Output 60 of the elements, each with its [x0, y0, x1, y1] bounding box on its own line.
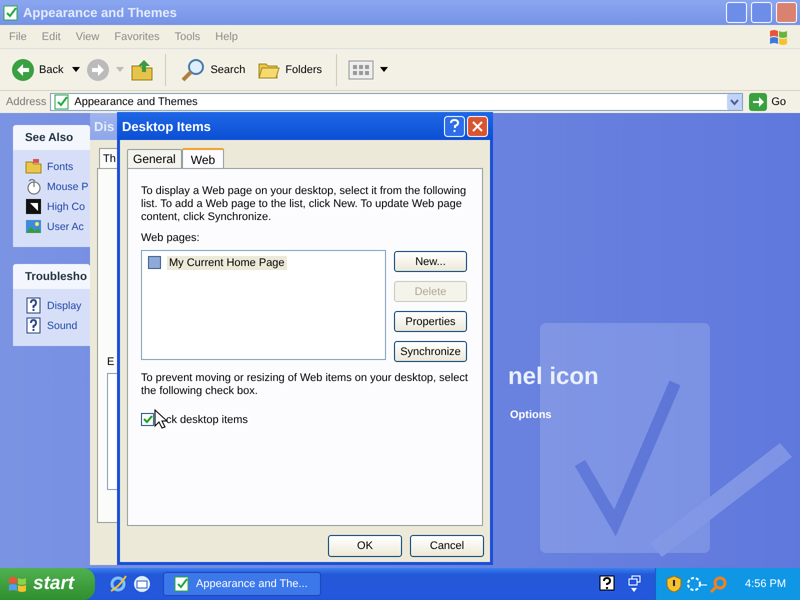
folder-icon: [25, 158, 42, 175]
clock: 4:56 PM: [745, 578, 786, 590]
help-icon[interactable]: [599, 575, 615, 591]
control-panel-icon: [3, 4, 19, 20]
sidebar-link[interactable]: Sound: [25, 317, 90, 334]
window-title: Dis: [90, 113, 120, 140]
dialog-title: Desktop Items: [122, 118, 212, 134]
mouse-icon: [25, 178, 42, 195]
address-field[interactable]: Appearance and Themes: [50, 93, 744, 111]
checkbox-label[interactable]: ck desktop items: [166, 414, 248, 426]
mouse-cursor-icon: [154, 409, 167, 429]
help-icon: [25, 317, 42, 334]
go-button[interactable]: Go: [747, 93, 794, 111]
shield-icon[interactable]: [666, 575, 682, 593]
taskbar-button[interactable]: Appearance and The...: [163, 572, 321, 596]
dialog-button[interactable]: Properties: [394, 311, 467, 332]
caret-icon[interactable]: [380, 67, 388, 72]
tab[interactable]: General: [127, 149, 182, 168]
options-link[interactable]: Options: [508, 409, 800, 421]
landscape-icon: [25, 218, 42, 235]
help-icon: [25, 297, 42, 314]
sidebar-link[interactable]: Mouse P: [25, 178, 90, 195]
tab[interactable]: Web: [182, 148, 224, 169]
dialog-button[interactable]: New...: [394, 251, 467, 272]
up-folder-icon[interactable]: [130, 58, 154, 82]
contrast-icon: [25, 198, 42, 215]
list-label: Web pages:: [141, 232, 201, 245]
section-heading: nel icon: [508, 363, 600, 391]
caret-icon[interactable]: [72, 67, 80, 72]
search-button[interactable]: Search: [177, 54, 248, 84]
folders-button[interactable]: Folders: [254, 56, 326, 82]
window-title: Appearance and Themes: [23, 5, 178, 20]
instruction-text: To prevent moving or resizing of Web items on your desktop, select the following check box.: [141, 372, 469, 398]
checkbox[interactable]: [141, 413, 154, 426]
sidebar-link[interactable]: Fonts: [25, 158, 90, 175]
web-pages-list[interactable]: My Current Home Page: [141, 250, 386, 360]
search-icon: [180, 56, 206, 82]
dialog-button[interactable]: OK: [328, 535, 402, 557]
checkbox[interactable]: [148, 256, 161, 269]
restore-icon[interactable]: [627, 575, 641, 593]
address-label: Address: [6, 96, 46, 108]
control-panel-icon: [54, 94, 70, 110]
group-label: E: [107, 356, 116, 368]
list-item[interactable]: My Current Home Page: [167, 256, 287, 270]
check-icon: [142, 414, 153, 425]
dialog-button[interactable]: Cancel: [410, 535, 484, 557]
sidebar-link[interactable]: High Co: [25, 198, 90, 215]
panel-title: See Also: [13, 125, 90, 150]
dialog-button[interactable]: Synchronize: [394, 341, 467, 362]
sidebar-link[interactable]: User Ac: [25, 218, 90, 235]
windows-logo-icon: [8, 575, 28, 593]
instruction-text: To display a Web page on your desktop, select it from the following list. To add a Web page to the list, click New. To update Web page content, click Synchronize.: [141, 185, 468, 224]
email-icon[interactable]: [133, 575, 151, 593]
sidebar-link[interactable]: Display: [25, 297, 90, 314]
control-panel-icon: [174, 576, 190, 592]
browser-icon[interactable]: [109, 575, 127, 593]
views-icon[interactable]: [348, 60, 374, 80]
panel-title: Troublesho: [13, 264, 90, 289]
back-button[interactable]: Back: [8, 56, 66, 84]
help-button[interactable]: [444, 116, 465, 136]
